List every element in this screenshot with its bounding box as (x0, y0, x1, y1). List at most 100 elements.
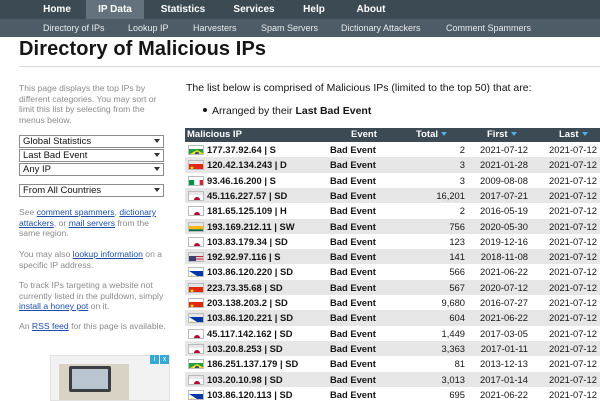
nav-tab-home[interactable]: Home (28, 0, 86, 19)
ip-cell[interactable]: 103.86.120.221 | SD (207, 310, 293, 325)
nav-tab-statistics[interactable]: Statistics (144, 0, 222, 19)
ip-cell[interactable]: 177.37.92.64 | S (207, 142, 276, 157)
first-cell: 2009-08-08 (480, 174, 528, 186)
last-cell: 2021-07-12 (549, 358, 597, 370)
event-cell: Bad Event (330, 342, 376, 354)
event-cell: Bad Event (330, 235, 376, 247)
table-row: 120.42.134.243 | D Bad Event 3 2021-01-28 20… (185, 157, 600, 173)
ip-link[interactable]: 45.117.142.162 | SD (207, 328, 293, 339)
last-cell: 2021-07-12 (549, 174, 597, 186)
ip-link[interactable]: 177.37.92.64 | S (207, 144, 276, 155)
brazil-flag-icon (188, 359, 204, 370)
table-row: 203.138.203.2 | SD Bad Event 9,680 2016-07-… (185, 295, 600, 311)
total-cell: 9,680 (441, 297, 465, 308)
ip-link[interactable]: 181.65.125.109 | H (207, 205, 287, 216)
last-cell: 2021-07-12 (549, 373, 597, 385)
ip-link[interactable]: 103.86.120.220 | SD (207, 266, 293, 277)
ip-cell[interactable]: 181.65.125.109 | H (207, 203, 287, 218)
subnav-directory-of-ips[interactable]: Directory of IPs (43, 19, 105, 37)
table-row: 181.65.125.109 | H Bad Event 2 2016-05-19 20… (185, 203, 600, 219)
ip-link[interactable]: 103.20.8.253 | SD (207, 343, 283, 354)
mail-servers-link[interactable]: mail servers (69, 218, 115, 228)
sort-select[interactable]: Last Bad Event (19, 149, 164, 162)
rss-suffix: for this page is available. (71, 321, 166, 331)
ip-cell[interactable]: 223.73.35.68 | SD (207, 280, 283, 295)
ad-close-icon[interactable]: x (160, 355, 169, 364)
bullet-prefix: Arranged by their (212, 105, 293, 117)
ip-link[interactable]: 45.116.227.57 | SD (207, 190, 287, 201)
ip-link[interactable]: 103.86.120.113 | SD (207, 389, 293, 400)
event-cell: Bad Event (330, 373, 376, 385)
first-cell: 2017-01-11 (480, 342, 528, 354)
event-cell: Bad Event (330, 174, 376, 186)
last-cell: 2021-07-12 (549, 342, 597, 354)
lithuania-flag-icon (188, 221, 204, 232)
ip-cell[interactable]: 192.92.97.116 | S (207, 249, 281, 264)
last-cell: 2021-07-12 (549, 205, 597, 217)
subnav-dictionary-attackers[interactable]: Dictionary Attackers (341, 19, 421, 37)
header-malicious-ip[interactable]: Malicious IP (187, 128, 242, 142)
rss-feed-link[interactable]: RSS feed (32, 321, 69, 331)
header-last[interactable]: Last (559, 128, 588, 142)
ip-link[interactable]: 223.73.35.68 | SD (207, 282, 283, 293)
nav-tab-services[interactable]: Services (222, 0, 286, 19)
philippines-flag-icon (188, 267, 204, 278)
first-cell: 2021-06-22 (480, 312, 528, 324)
japan-flag-icon (188, 236, 204, 247)
ip-cell[interactable]: 103.86.120.113 | SD (207, 387, 293, 401)
install-honey-pot-link[interactable]: install a honey pot (19, 301, 88, 311)
category-select[interactable]: Global Statistics (19, 135, 164, 148)
ip-cell[interactable]: 103.20.10.98 | SD (207, 372, 283, 387)
country-select[interactable]: From All Countries (19, 184, 164, 197)
ip-cell[interactable]: 45.116.227.57 | SD (207, 188, 287, 203)
ip-version-select[interactable]: Any IP (19, 163, 164, 176)
sub-nav: Directory of IPs Lookup IP Harvesters Sp… (0, 19, 600, 37)
ip-link[interactable]: 193.169.212.11 | SW (207, 221, 295, 232)
ip-link[interactable]: 203.138.203.2 | SD (207, 297, 288, 308)
comment-spammers-link[interactable]: comment spammers (37, 207, 115, 217)
ip-cell[interactable]: 193.169.212.11 | SW (207, 219, 295, 234)
ip-cell[interactable]: 103.86.120.220 | SD (207, 264, 293, 279)
first-cell: 2018-11-08 (480, 251, 528, 263)
header-first[interactable]: First (487, 128, 517, 142)
subnav-lookup-ip[interactable]: Lookup IP (128, 19, 169, 37)
ip-link[interactable]: 120.42.134.243 | D (207, 159, 287, 170)
nav-tab-ip-data[interactable]: IP Data (86, 0, 144, 19)
brazil-flag-icon (188, 145, 204, 155)
ip-cell[interactable]: 120.42.134.243 | D (207, 157, 287, 172)
total-cell: 123 (449, 235, 465, 247)
category-select-value: Global Statistics (23, 136, 92, 147)
ad-choices[interactable]: i x (146, 355, 170, 364)
subnav-spam-servers[interactable]: Spam Servers (261, 19, 318, 37)
ip-link[interactable]: 103.20.10.98 | SD (207, 374, 283, 385)
subnav-comment-spammers[interactable]: Comment Spammers (446, 19, 531, 37)
subnav-harvesters[interactable]: Harvesters (193, 19, 237, 37)
ip-link[interactable]: 103.86.120.221 | SD (207, 312, 293, 323)
table-row: 193.169.212.11 | SW Bad Event 756 2020-05-3… (185, 218, 600, 234)
header-event[interactable]: Event (351, 128, 377, 142)
ip-link[interactable]: 103.83.179.34 | SD (207, 236, 288, 247)
bullet-icon (203, 108, 207, 113)
ip-link[interactable]: 192.92.97.116 | S (207, 251, 281, 262)
ip-cell[interactable]: 103.83.179.34 | SD (207, 234, 288, 249)
ip-cell[interactable]: 45.117.142.162 | SD (207, 326, 293, 341)
ip-cell[interactable]: 186.251.137.179 | SD (207, 356, 298, 371)
event-cell: Bad Event (330, 297, 376, 308)
ip-link[interactable]: 93.46.16.200 | S (207, 175, 276, 186)
total-cell: 16,201 (436, 189, 465, 201)
nav-tab-about[interactable]: About (342, 0, 400, 19)
sort-arrow-icon (441, 132, 447, 137)
nav-tab-help[interactable]: Help (286, 0, 342, 19)
first-cell: 2016-05-19 (480, 205, 528, 217)
ip-cell[interactable]: 103.20.8.253 | SD (207, 341, 283, 356)
ad-info-icon[interactable]: i (150, 355, 159, 364)
ip-cell[interactable]: 93.46.16.200 | S (207, 173, 276, 188)
total-cell: 604 (449, 312, 465, 324)
lookup-information-link[interactable]: lookup information (73, 249, 143, 259)
table-row: 192.92.97.116 | S Bad Event 141 2018-11-08 2… (185, 249, 600, 265)
header-total[interactable]: Total (416, 128, 447, 142)
ip-link[interactable]: 186.251.137.179 | SD (207, 358, 298, 369)
ip-cell[interactable]: 203.138.203.2 | SD (207, 295, 288, 310)
table-row: 103.20.8.253 | SD Bad Event 3,363 2017-01-1… (185, 340, 600, 357)
first-cell: 2013-12-13 (480, 358, 528, 370)
